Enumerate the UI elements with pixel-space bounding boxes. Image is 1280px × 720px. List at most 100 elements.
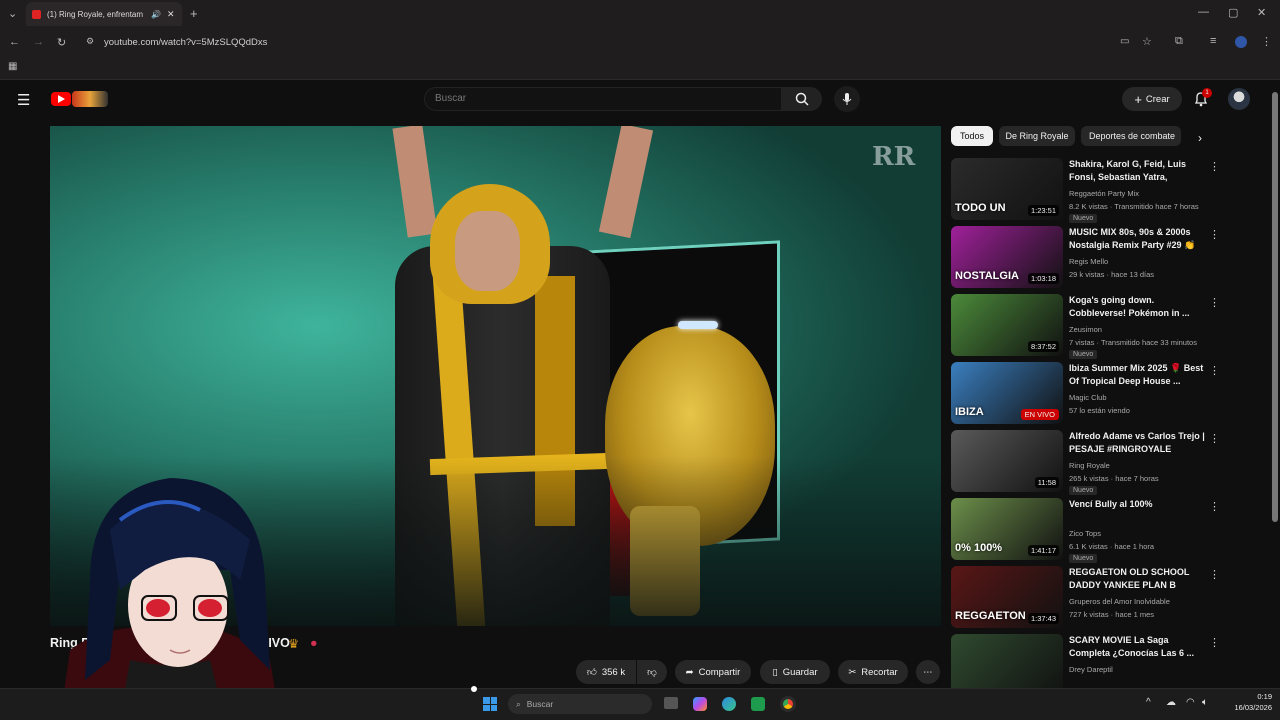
video-meta: 8.2 K vistas · Transmitido hace 7 horas — [1069, 202, 1199, 211]
recommendation-item[interactable]: IBIZA EN VIVO Ibiza Summer Mix 2025 🌹 Best… — [951, 362, 1221, 426]
clip-button[interactable]: ✂ Recortar — [838, 660, 908, 684]
chip-next-icon[interactable]: › — [1198, 131, 1202, 145]
chip-deportes-de-combate[interactable]: Deportes de combate — [1081, 126, 1181, 146]
clock-time: 0:19 — [1257, 692, 1272, 701]
copilot-icon[interactable] — [693, 697, 707, 711]
more-options-icon[interactable]: ⋮ — [1209, 500, 1220, 513]
user-avatar[interactable] — [1228, 88, 1250, 110]
video-thumbnail[interactable]: REGGAETON 1:37:43 — [951, 566, 1063, 628]
recommendation-item[interactable]: 11:58 Alfredo Adame vs Carlos Trejo | PES… — [951, 430, 1221, 495]
channel-name[interactable]: Reggaetón Party Mix — [1069, 189, 1139, 198]
recommendation-title[interactable]: Alfredo Adame vs Carlos Trejo | PESAJE #… — [1069, 430, 1205, 456]
voice-search-button[interactable] — [834, 86, 860, 112]
minimize-icon[interactable]: — — [1198, 6, 1209, 18]
chrome-icon[interactable] — [780, 696, 796, 712]
reload-icon[interactable]: ↻ — [57, 36, 66, 49]
more-icon: ⋯ — [923, 666, 933, 678]
start-menu-icon[interactable] — [483, 697, 497, 711]
volume-icon[interactable]: 🔈︎ — [1202, 697, 1208, 708]
channel-name[interactable]: Regis Mello — [1069, 257, 1108, 266]
wifi-icon[interactable]: ◠ — [1186, 697, 1195, 708]
search-input[interactable]: Buscar — [424, 87, 782, 111]
thumbs-up-icon: 👍︎ — [586, 667, 597, 678]
more-actions-button[interactable]: ⋯ — [916, 660, 940, 684]
audio-icon[interactable]: 🔊 — [151, 10, 161, 19]
channel-name[interactable]: Zico Tops — [1069, 529, 1101, 538]
more-options-icon[interactable]: ⋮ — [1209, 160, 1220, 173]
notifications-button[interactable]: 1 — [1193, 88, 1212, 112]
hamburger-menu-icon[interactable]: ☰ — [17, 91, 30, 109]
more-options-icon[interactable]: ⋮ — [1209, 364, 1220, 377]
doodle-logo-icon[interactable] — [72, 91, 108, 107]
chip-de-ring-royale[interactable]: De Ring Royale — [999, 126, 1075, 146]
recommendation-title[interactable]: Vencí Bully al 100% — [1069, 498, 1205, 511]
video-meta: 7 vistas · Transmitido hace 33 minutos — [1069, 338, 1197, 347]
thumbs-down-icon: 👎︎ — [647, 667, 657, 678]
share-label: Compartir — [698, 666, 741, 678]
like-count: 356 k — [601, 666, 626, 678]
channel-name[interactable]: Zeusimon — [1069, 325, 1102, 334]
dislike-button[interactable]: 👎︎ — [637, 660, 667, 684]
more-options-icon[interactable]: ⋮ — [1209, 228, 1220, 241]
new-badge: Nuevo — [1069, 214, 1098, 223]
like-button[interactable]: 👍︎ 356 k — [576, 660, 636, 684]
tray-chevron-icon[interactable]: ^ — [1146, 697, 1151, 708]
store-icon[interactable] — [751, 697, 765, 711]
video-thumbnail[interactable]: 8:37:52 — [951, 294, 1063, 356]
url-field[interactable]: youtube.com/watch?v=5MzSLQQdDxs — [82, 33, 1280, 51]
video-thumbnail[interactable] — [951, 634, 1063, 696]
maximize-icon[interactable]: ▢ — [1228, 6, 1238, 19]
thumbnail-text: TODO UN — [955, 202, 1006, 214]
recommendation-title[interactable]: MUSIC MIX 80s, 90s & 2000s Nostalgia Rem… — [1069, 226, 1205, 253]
recommendation-item[interactable]: TODO UN 1:23:51 Shakira, Karol G, Feid, Lu… — [951, 158, 1221, 223]
channel-name[interactable]: Gruperos del Amor Inolvidable — [1069, 597, 1170, 606]
task-view-icon[interactable] — [664, 697, 678, 709]
chip-todos[interactable]: Todos — [951, 126, 993, 146]
create-button[interactable]: + Crear — [1122, 87, 1182, 111]
search-button[interactable] — [782, 87, 822, 111]
recommendation-item[interactable]: 8:37:52 Koga's going down. Cobbleverse! P… — [951, 294, 1221, 359]
forward-icon[interactable]: → — [33, 36, 44, 48]
more-options-icon[interactable]: ⋮ — [1209, 432, 1220, 445]
save-button[interactable]: ▯ Guardar — [760, 660, 830, 684]
recommendation-title[interactable]: Ibiza Summer Mix 2025 🌹 Best Of Tropical… — [1069, 362, 1205, 388]
browser-tabstrip: ⌄ (1) Ring Royale, enfrentam 🔊 ✕ + — ▢ ✕ — [0, 0, 1280, 28]
video-thumbnail[interactable]: IBIZA EN VIVO — [951, 362, 1063, 424]
taskbar-search-icon: ⌕ — [516, 698, 521, 709]
recommendation-title[interactable]: SCARY MOVIE La Saga Completa ¿Conocías L… — [1069, 634, 1205, 660]
duration-badge: 1:03:18 — [1027, 273, 1059, 284]
youtube-logo-icon[interactable] — [51, 92, 71, 106]
share-button[interactable]: ➦ Compartir — [675, 660, 751, 684]
back-icon[interactable]: ← — [9, 36, 20, 48]
scrollbar-thumb[interactable] — [1272, 92, 1278, 522]
apps-grid-icon[interactable]: ▦ — [8, 61, 17, 72]
video-thumbnail[interactable]: TODO UN 1:23:51 — [951, 158, 1063, 220]
recommendation-title[interactable]: REGGAETON OLD SCHOOL DADDY YANKEE PLAN B… — [1069, 566, 1205, 593]
edge-icon[interactable] — [722, 697, 736, 711]
close-window-icon[interactable]: ✕ — [1257, 6, 1266, 19]
recommendation-title[interactable]: Koga's going down. Cobbleverse! Pokémon … — [1069, 294, 1205, 320]
browser-tab[interactable]: (1) Ring Royale, enfrentam 🔊 ✕ — [26, 2, 182, 26]
tab-list-icon[interactable]: ⌄ — [8, 7, 17, 20]
more-options-icon[interactable]: ⋮ — [1209, 296, 1220, 309]
thumbnail-text: REGGAETON — [955, 610, 1026, 622]
channel-name[interactable]: Drey Dareptil — [1069, 665, 1113, 674]
new-tab-icon[interactable]: + — [190, 6, 198, 21]
onedrive-icon[interactable]: ☁ — [1166, 697, 1176, 708]
more-options-icon[interactable]: ⋮ — [1209, 568, 1220, 581]
taskbar-search[interactable]: ⌕ Buscar — [508, 694, 652, 714]
video-thumbnail[interactable]: 11:58 — [951, 430, 1063, 492]
more-options-icon[interactable]: ⋮ — [1209, 636, 1220, 649]
recommendation-title[interactable]: Shakira, Karol G, Feid, Luis Fonsi, Seba… — [1069, 158, 1205, 185]
channel-name[interactable]: Ring Royale — [1069, 461, 1110, 470]
video-thumbnail[interactable]: NOSTALGIA 1:03:18 — [951, 226, 1063, 288]
recommendation-item[interactable]: NOSTALGIA 1:03:18 MUSIC MIX 80s, 90s & 200… — [951, 226, 1221, 290]
recommendation-item[interactable]: REGGAETON 1:37:43 REGGAETON OLD SCHOOL DAD… — [951, 566, 1221, 630]
recommendation-item[interactable]: 0% 100% 1:41:17 Vencí Bully al 100% Zico To… — [951, 498, 1221, 563]
taskbar-clock[interactable]: 0:19 16/03/2026 — [1218, 691, 1272, 713]
channel-name[interactable]: Magic Club — [1069, 393, 1107, 402]
video-thumbnail[interactable]: 0% 100% 1:41:17 — [951, 498, 1063, 560]
channel-watermark: RR — [872, 142, 916, 172]
close-tab-icon[interactable]: ✕ — [167, 9, 175, 20]
share-icon: ➦ — [685, 666, 694, 678]
